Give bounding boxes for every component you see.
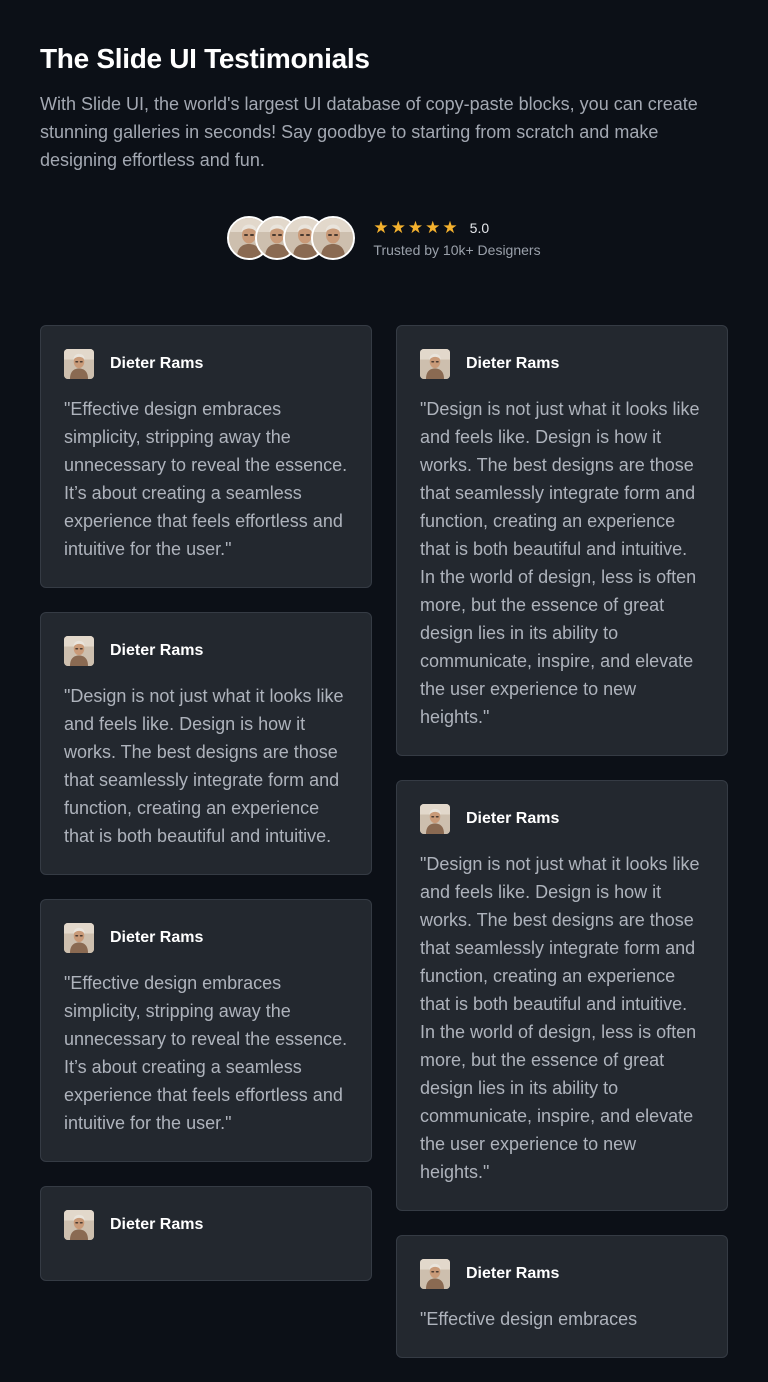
star-icon: ★ xyxy=(390,218,406,237)
avatar xyxy=(64,349,94,379)
card-header: Dieter Rams xyxy=(420,804,704,834)
testimonial-quote: "Effective design embraces xyxy=(420,1309,638,1329)
author-name: Dieter Rams xyxy=(110,642,204,659)
rating-score: 5.0 xyxy=(469,220,490,236)
star-icon: ★ xyxy=(407,218,424,237)
testimonial-card: Dieter Rams "Design is not just what it … xyxy=(396,780,728,1211)
testimonial-card: Dieter Rams "Effective design embraces xyxy=(396,1235,728,1358)
card-header: Dieter Rams xyxy=(64,1210,348,1240)
avatar xyxy=(64,1210,94,1240)
testimonial-card: Dieter Rams "Design is not just what it … xyxy=(396,325,728,756)
avatar xyxy=(420,1259,450,1289)
testimonial-column-right: Dieter Rams "Design is not just what it … xyxy=(396,325,728,1382)
author-name: Dieter Rams xyxy=(110,355,204,372)
testimonial-quote: "Effective design embraces simplicity, s… xyxy=(64,973,348,1133)
star-rating: ★ ★ ★ ★ ★ 5.0 xyxy=(373,218,540,238)
author-name: Dieter Rams xyxy=(466,810,560,827)
testimonial-quote: "Design is not just what it looks like a… xyxy=(64,686,344,846)
author-name: Dieter Rams xyxy=(466,1265,560,1282)
star-icon: ★ xyxy=(442,218,458,237)
star-icon: ★ xyxy=(425,218,441,237)
avatar xyxy=(420,349,450,379)
header: The Slide UI Testimonials With Slide UI,… xyxy=(40,40,730,174)
rating-summary: ★ ★ ★ ★ ★ 5.0 Trusted by 10k+ Designers xyxy=(0,216,768,260)
avatar xyxy=(64,923,94,953)
author-name: Dieter Rams xyxy=(110,1216,204,1233)
testimonial-quote: "Design is not just what it looks like a… xyxy=(420,854,700,1182)
testimonial-card: Dieter Rams "Effective design embraces s… xyxy=(40,899,372,1162)
author-name: Dieter Rams xyxy=(466,355,560,372)
avatar xyxy=(420,804,450,834)
card-header: Dieter Rams xyxy=(64,636,348,666)
testimonial-card: Dieter Rams "Design is not just what it … xyxy=(40,612,372,875)
avatar-stack xyxy=(227,216,356,260)
testimonial-card: Dieter Rams xyxy=(40,1186,372,1281)
card-header: Dieter Rams xyxy=(420,349,704,379)
testimonial-card: Dieter Rams "Effective design embraces s… xyxy=(40,325,372,588)
card-header: Dieter Rams xyxy=(420,1259,704,1289)
avatar xyxy=(311,216,356,260)
star-icon: ★ xyxy=(373,218,389,237)
page-title: The Slide UI Testimonials xyxy=(40,43,370,74)
trusted-text: Trusted by 10k+ Designers xyxy=(373,242,541,258)
card-header: Dieter Rams xyxy=(64,349,348,379)
rating-info: ★ ★ ★ ★ ★ 5.0 Trusted by 10k+ Designers xyxy=(373,218,540,258)
testimonial-quote: "Effective design embraces simplicity, s… xyxy=(64,399,348,559)
testimonial-column-left: Dieter Rams "Effective design embraces s… xyxy=(40,325,372,1305)
testimonial-quote: "Design is not just what it looks like a… xyxy=(420,399,700,727)
author-name: Dieter Rams xyxy=(110,929,204,946)
card-header: Dieter Rams xyxy=(64,923,348,953)
page-subtitle: With Slide UI, the world's largest UI da… xyxy=(40,94,698,170)
avatar xyxy=(64,636,94,666)
